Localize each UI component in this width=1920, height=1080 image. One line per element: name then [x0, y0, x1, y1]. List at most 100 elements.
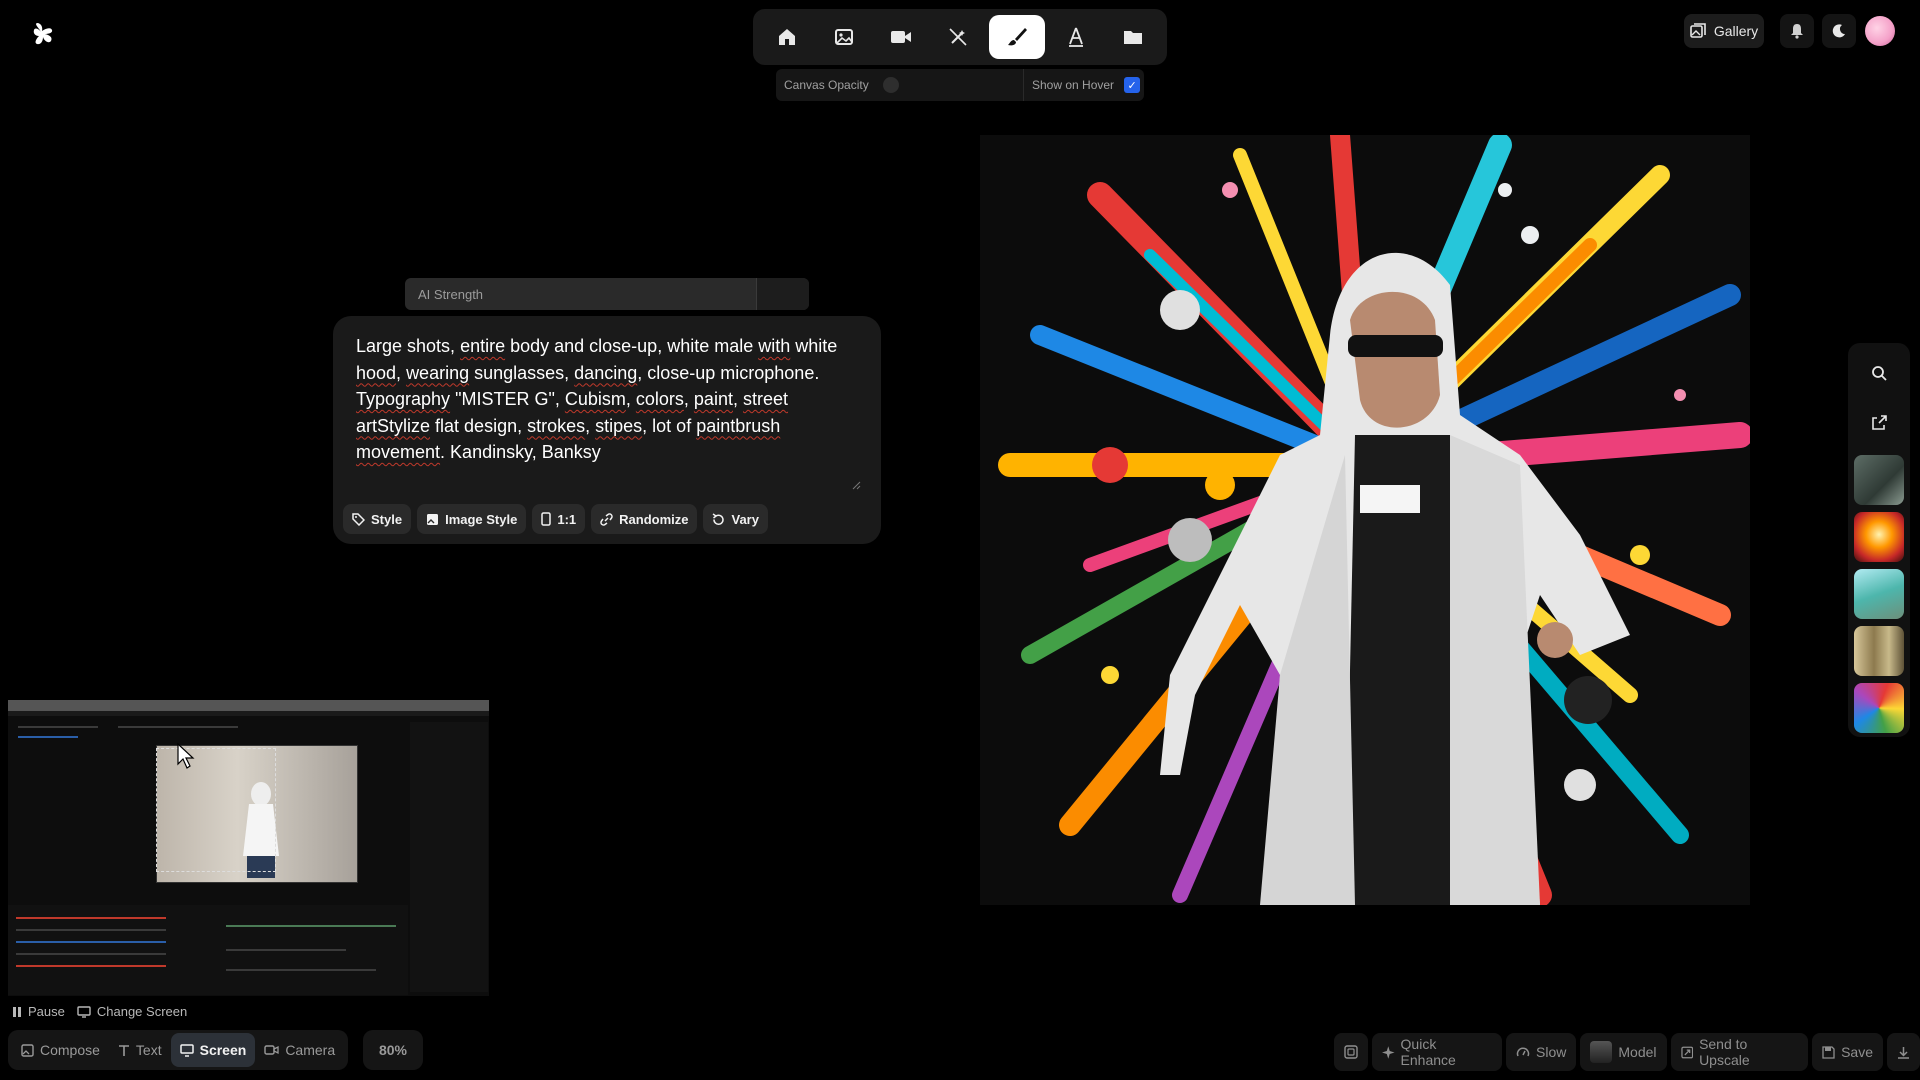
compare-button[interactable]	[1334, 1033, 1368, 1071]
history-rail	[1848, 343, 1910, 737]
canvas-opacity-control[interactable]: Canvas Opacity	[776, 69, 1024, 101]
prompt-text-segment: ,	[396, 362, 407, 383]
ai-strength-slider[interactable]: AI Strength	[405, 278, 809, 310]
prompt-text-segment: ,	[585, 415, 596, 436]
camera-mode-button[interactable]: Camera	[255, 1033, 344, 1067]
mouse-cursor-icon	[177, 742, 195, 769]
search-button[interactable]	[1867, 361, 1891, 385]
download-button[interactable]	[1887, 1033, 1920, 1071]
aspect-ratio-label: 1:1	[557, 511, 577, 527]
aspect-ratio-button[interactable]: 1:1	[532, 504, 586, 534]
link-icon	[600, 512, 613, 526]
folder-button[interactable]	[1107, 15, 1159, 59]
model-button[interactable]: Model	[1580, 1033, 1667, 1071]
camera-label: Camera	[285, 1042, 336, 1058]
image-icon	[835, 29, 853, 45]
prompt-text-segment: white	[790, 336, 838, 356]
text-button[interactable]	[1050, 15, 1102, 59]
preview-properties-panel	[410, 722, 488, 992]
speed-button[interactable]: Slow	[1506, 1033, 1577, 1071]
image-button[interactable]	[818, 15, 870, 59]
phone-ratio-icon	[541, 512, 552, 526]
share-icon	[1872, 415, 1887, 430]
history-thumbnail[interactable]	[1854, 683, 1904, 733]
prompt-panel: Large shots, entire body and close-up, w…	[333, 316, 881, 544]
gallery-button[interactable]: Gallery	[1684, 14, 1764, 48]
send-to-upscale-button[interactable]: Send to Upscale	[1670, 1033, 1809, 1071]
vary-button[interactable]: Vary	[703, 504, 768, 534]
misspelled-word: artStylize	[356, 415, 431, 436]
prompt-text-segment: , lot of	[642, 415, 697, 436]
magic-wand-off-icon	[949, 28, 967, 46]
misspelled-word: movement	[356, 442, 441, 462]
prompt-text-segment: ,	[683, 389, 694, 409]
magic-off-button[interactable]	[932, 15, 984, 59]
prompt-text-segment: body and close-up, white male	[505, 336, 759, 356]
pause-button[interactable]: Pause	[12, 1004, 65, 1019]
show-on-hover-control[interactable]: Show on Hover ✓	[1024, 77, 1144, 93]
compose-mode-button[interactable]: Compose	[12, 1033, 109, 1067]
brush-button[interactable]	[989, 15, 1045, 59]
action-bar: Quick Enhance Slow Model Send to Upscale…	[1334, 1033, 1920, 1071]
prompt-textarea[interactable]: Large shots, entire body and close-up, w…	[356, 333, 856, 466]
zoom-level-button[interactable]: 80%	[363, 1030, 423, 1070]
misspelled-word: wearing	[406, 362, 470, 383]
screen-mode-button[interactable]: Screen	[170, 1033, 256, 1067]
canvas-opacity-label: Canvas Opacity	[784, 78, 869, 92]
history-thumbnail[interactable]	[1854, 512, 1904, 562]
model-label: Model	[1618, 1044, 1657, 1060]
change-screen-button[interactable]: Change Screen	[77, 1004, 187, 1019]
text-icon	[1069, 27, 1083, 47]
quick-enhance-button[interactable]: Quick Enhance	[1372, 1033, 1503, 1071]
randomize-button[interactable]: Randomize	[591, 504, 698, 534]
misspelled-word: entire	[460, 336, 506, 356]
video-button[interactable]	[875, 15, 927, 59]
save-button[interactable]: Save	[1812, 1033, 1883, 1071]
ai-strength-label: AI Strength	[418, 286, 484, 302]
quick-enhance-label: Quick Enhance	[1400, 1036, 1456, 1068]
preview-titlebar	[8, 700, 489, 711]
misspelled-word: street	[742, 389, 789, 409]
resize-handle-icon[interactable]	[851, 480, 861, 490]
user-avatar[interactable]	[1865, 16, 1895, 46]
misspelled-word: stipes	[595, 415, 643, 436]
image-style-button[interactable]: Image Style	[417, 504, 527, 534]
preview-text-line	[18, 726, 98, 728]
home-button[interactable]	[761, 15, 813, 59]
prompt-chips: Style Image Style 1:1 Randomize Vary	[343, 504, 768, 534]
generated-image[interactable]	[980, 135, 1750, 905]
style-button[interactable]: Style	[343, 504, 412, 534]
notifications-button[interactable]	[1780, 14, 1814, 48]
misspelled-word: Cubism	[564, 389, 626, 409]
compose-label: Compose	[40, 1042, 100, 1058]
screen-share-preview[interactable]	[8, 700, 489, 996]
theme-toggle-button[interactable]	[1822, 14, 1856, 48]
app-logo-icon[interactable]	[30, 20, 58, 48]
save-label: Save	[1841, 1044, 1873, 1060]
canvas-options-bar: Canvas Opacity Show on Hover ✓	[776, 69, 1144, 101]
screen-share-controls: Pause Change Screen	[12, 1004, 187, 1019]
text-mode-button[interactable]: Text	[109, 1033, 171, 1067]
show-on-hover-checkbox[interactable]: ✓	[1124, 77, 1141, 93]
text-label: Text	[135, 1042, 162, 1058]
preview-selection-box[interactable]	[156, 748, 276, 872]
share-button[interactable]	[1867, 411, 1891, 435]
compare-icon	[1344, 1045, 1358, 1059]
misspelled-word: with	[758, 336, 791, 356]
speed-label: Slow	[1536, 1044, 1567, 1060]
upscale-icon	[1680, 1046, 1693, 1058]
folder-icon	[1124, 31, 1142, 44]
canvas-opacity-slider-knob[interactable]	[882, 77, 899, 93]
misspelled-word: paintbrush	[696, 415, 781, 436]
image-style-label: Image Style	[445, 511, 518, 527]
moon-icon	[1832, 24, 1845, 38]
ai-strength-track-end	[756, 278, 809, 310]
history-thumbnail[interactable]	[1854, 626, 1904, 676]
top-toolbar	[753, 9, 1167, 65]
history-thumbnail[interactable]	[1854, 569, 1904, 619]
history-thumbnail[interactable]	[1854, 455, 1904, 505]
change-screen-label: Change Screen	[96, 1004, 188, 1019]
misspelled-word: dancing	[574, 362, 638, 383]
model-thumbnail	[1590, 1041, 1613, 1063]
compose-icon	[21, 1043, 34, 1057]
